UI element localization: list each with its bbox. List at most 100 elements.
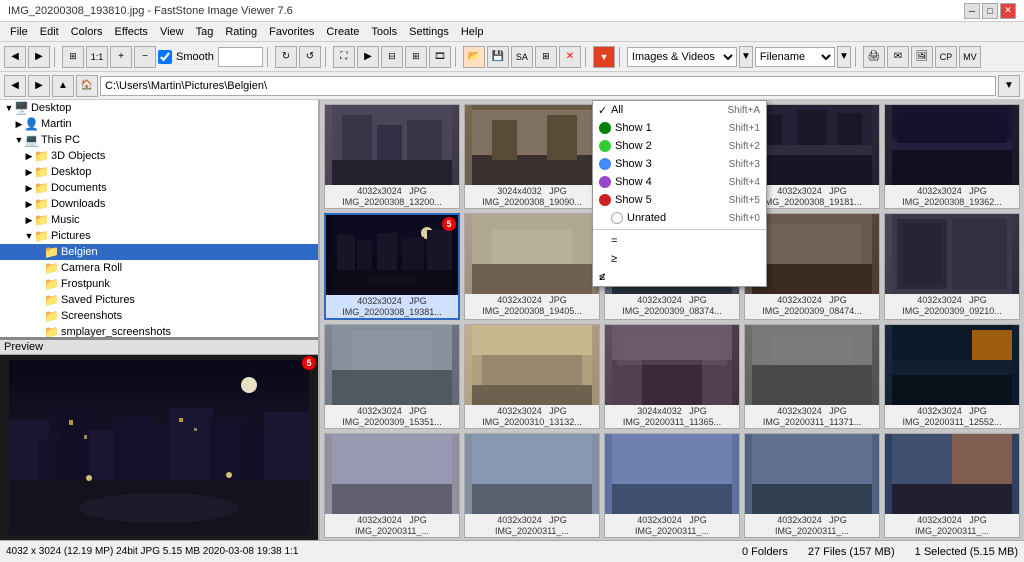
tree-item-desktop[interactable]: ▼ 🖥️ Desktop — [0, 100, 318, 116]
tree-item-desktop2[interactable]: ▶ 📁 Desktop — [0, 164, 318, 180]
expand-icon[interactable]: ▼ — [4, 103, 14, 113]
tree-item-frostpunk[interactable]: 📁 Frostpunk — [0, 276, 318, 292]
menu-view[interactable]: View — [154, 24, 190, 40]
copy-to-button[interactable]: CP — [935, 46, 957, 68]
filter-all[interactable]: All Shift+A — [593, 101, 766, 119]
slideshow-button[interactable]: ▶ — [357, 46, 379, 68]
menu-favorites[interactable]: Favorites — [263, 24, 320, 40]
thumbnail-item[interactable]: 4032x3024 JPG IMG_20200311_... — [744, 433, 880, 538]
tree-item-savedpictures[interactable]: 📁 Saved Pictures — [0, 292, 318, 308]
expand-icon[interactable]: ▼ — [14, 135, 24, 145]
nav-up-button[interactable]: ▲ — [52, 75, 74, 97]
expand-icon[interactable]: ▶ — [24, 199, 34, 210]
tree-item-thispc[interactable]: ▼ 💻 This PC — [0, 132, 318, 148]
sort-dropdown-btn[interactable]: ▼ — [837, 46, 851, 68]
filter-show2[interactable]: Show 2 Shift+2 — [593, 137, 766, 155]
tree-item-cameraroll[interactable]: 📁 Camera Roll — [0, 260, 318, 276]
tree-item-3dobjects[interactable]: ▶ 📁 3D Objects — [0, 148, 318, 164]
email-button[interactable]: ✉ — [887, 46, 909, 68]
tree-item-smplayer[interactable]: 📁 smplayer_screenshots — [0, 324, 318, 340]
filter-show4[interactable]: Show 4 Shift+4 — [593, 173, 766, 191]
open-button[interactable]: 📂 — [463, 46, 485, 68]
menu-settings[interactable]: Settings — [403, 24, 455, 40]
tree-item-belgien[interactable]: 📁 Belgien — [0, 244, 318, 260]
thumbnail-item[interactable]: 4032x3024 JPG IMG_20200308_19362... — [884, 104, 1020, 209]
thumbnail-item[interactable]: 4032x3024 JPG IMG_20200311_... — [464, 433, 600, 538]
menu-tools[interactable]: Tools — [365, 24, 403, 40]
tree-item-downloads[interactable]: ▶ 📁 Downloads — [0, 196, 318, 212]
menu-rating[interactable]: Rating — [219, 24, 263, 40]
print-button[interactable]: 🖨 — [863, 46, 885, 68]
address-bar[interactable]: C:\Users\Martin\Pictures\Belgien\ — [100, 76, 996, 96]
thumbnail-item[interactable]: 4032x3024 JPG IMG_20200308_13200... — [324, 104, 460, 209]
sort-select[interactable]: Filename — [755, 47, 835, 67]
thumbnail-item[interactable]: 4032x3024 JPG IMG_20200309_09210... — [884, 213, 1020, 320]
back-button[interactable]: ◀ — [4, 46, 26, 68]
menu-edit[interactable]: Edit — [34, 24, 65, 40]
thumbnail-item[interactable]: 4032x3024 JPG IMG_20200311_... — [604, 433, 740, 538]
thumbnail-item[interactable]: 4032x3024 JPG IMG_20200311_12552... — [884, 324, 1020, 429]
rotate-ccw-button[interactable]: ↺ — [299, 46, 321, 68]
expand-icon[interactable]: ▶ — [24, 215, 34, 226]
filter-unrated[interactable]: Unrated Shift+0 — [593, 209, 766, 227]
wallpaper-button[interactable]: 🖼 — [911, 46, 933, 68]
filter-dropdown-menu[interactable]: All Shift+A Show 1 Shift+1 Show 2 Shift+ — [592, 100, 767, 287]
filter-gte[interactable]: ≥ — [593, 250, 766, 268]
tree-item-screenshots[interactable]: 📁 Screenshots — [0, 308, 318, 324]
thumbnail-item[interactable]: 4032x3024 JPG IMG_20200311_... — [324, 433, 460, 538]
compare-button[interactable]: ⊟ — [381, 46, 403, 68]
forward-button[interactable]: ▶ — [28, 46, 50, 68]
expand-icon[interactable]: ▼ — [24, 231, 34, 241]
thumbnail-item[interactable]: 4032x3024 JPG IMG_20200310_13132... — [464, 324, 600, 429]
nav-home-button[interactable]: 🏠 — [76, 75, 98, 97]
zoom-in-button[interactable]: + — [110, 46, 132, 68]
filter-show3[interactable]: Show 3 Shift+3 — [593, 155, 766, 173]
zoom-actual-button[interactable]: 1:1 — [86, 46, 108, 68]
filter-equal[interactable]: = — [593, 232, 766, 250]
zoom-input[interactable]: 7% — [218, 47, 263, 67]
zoom-out-button[interactable]: − — [134, 46, 156, 68]
thumbnail-item[interactable]: 4032x3024 JPG IMG_20200309_15351... — [324, 324, 460, 429]
rotate-cw-button[interactable]: ↻ — [275, 46, 297, 68]
expand-icon[interactable]: ▶ — [14, 119, 24, 130]
thumbnail-item[interactable]: 4032x3024 JPG IMG_20200311_... — [884, 433, 1020, 538]
fullscreen-button[interactable]: ⛶ — [333, 46, 355, 68]
save-button[interactable]: 💾 — [487, 46, 509, 68]
tree-item-music[interactable]: ▶ 📁 Music — [0, 212, 318, 228]
thumb-button[interactable]: ⊞ — [405, 46, 427, 68]
move-to-button[interactable]: MV — [959, 46, 981, 68]
menu-colors[interactable]: Colors — [65, 24, 109, 40]
thumbnail-item-selected[interactable]: 5 4032x3024 JPG IMG_20200308_19381... — [324, 213, 460, 320]
zoom-fit-button[interactable]: ⊞ — [62, 46, 84, 68]
filter-type-select[interactable]: Images & Videos — [627, 47, 737, 67]
tree-item-pictures[interactable]: ▼ 📁 Pictures — [0, 228, 318, 244]
thumbnail-item[interactable]: 3024x4032 JPG IMG_20200311_11365... — [604, 324, 740, 429]
expand-icon[interactable]: ▶ — [24, 183, 34, 194]
nav-forward-button[interactable]: ▶ — [28, 75, 50, 97]
thumbnail-item[interactable]: 4032x3024 JPG IMG_20200311_11371... — [744, 324, 880, 429]
filter-dropdown-btn[interactable]: ▼ — [739, 46, 753, 68]
filter-lte[interactable]: ✓ ≤ — [593, 268, 766, 286]
save-as-button[interactable]: SA — [511, 46, 533, 68]
thumbnail-item[interactable]: 4032x3024 JPG IMG_20200308_19405... — [464, 213, 600, 320]
folder-tree[interactable]: ▼ 🖥️ Desktop ▶ 👤 Martin ▼ 💻 This PC ▶ 📁 — [0, 100, 318, 340]
tree-item-martin[interactable]: ▶ 👤 Martin — [0, 116, 318, 132]
menu-create[interactable]: Create — [320, 24, 365, 40]
batch-button[interactable]: ⊞ — [535, 46, 557, 68]
maximize-button[interactable]: □ — [982, 3, 998, 19]
nav-back-button[interactable]: ◀ — [4, 75, 26, 97]
menu-tag[interactable]: Tag — [190, 24, 220, 40]
thumbnail-grid[interactable]: 4032x3024 JPG IMG_20200308_13200... 3024… — [320, 100, 1024, 540]
filter-show1[interactable]: Show 1 Shift+1 — [593, 119, 766, 137]
film-button[interactable]: 🎞 — [429, 46, 451, 68]
expand-icon[interactable]: ▶ — [24, 151, 34, 162]
filter-toggle-button[interactable]: ▼ — [593, 46, 615, 68]
minimize-button[interactable]: ─ — [964, 3, 980, 19]
expand-icon[interactable]: ▶ — [24, 167, 34, 178]
path-go-button[interactable]: ▼ — [998, 75, 1020, 97]
delete-button[interactable]: ✕ — [559, 46, 581, 68]
menu-effects[interactable]: Effects — [109, 24, 154, 40]
smooth-checkbox[interactable] — [158, 50, 172, 64]
thumbnail-item[interactable]: 3024x4032 JPG IMG_20200308_19090... — [464, 104, 600, 209]
menu-file[interactable]: File — [4, 24, 34, 40]
